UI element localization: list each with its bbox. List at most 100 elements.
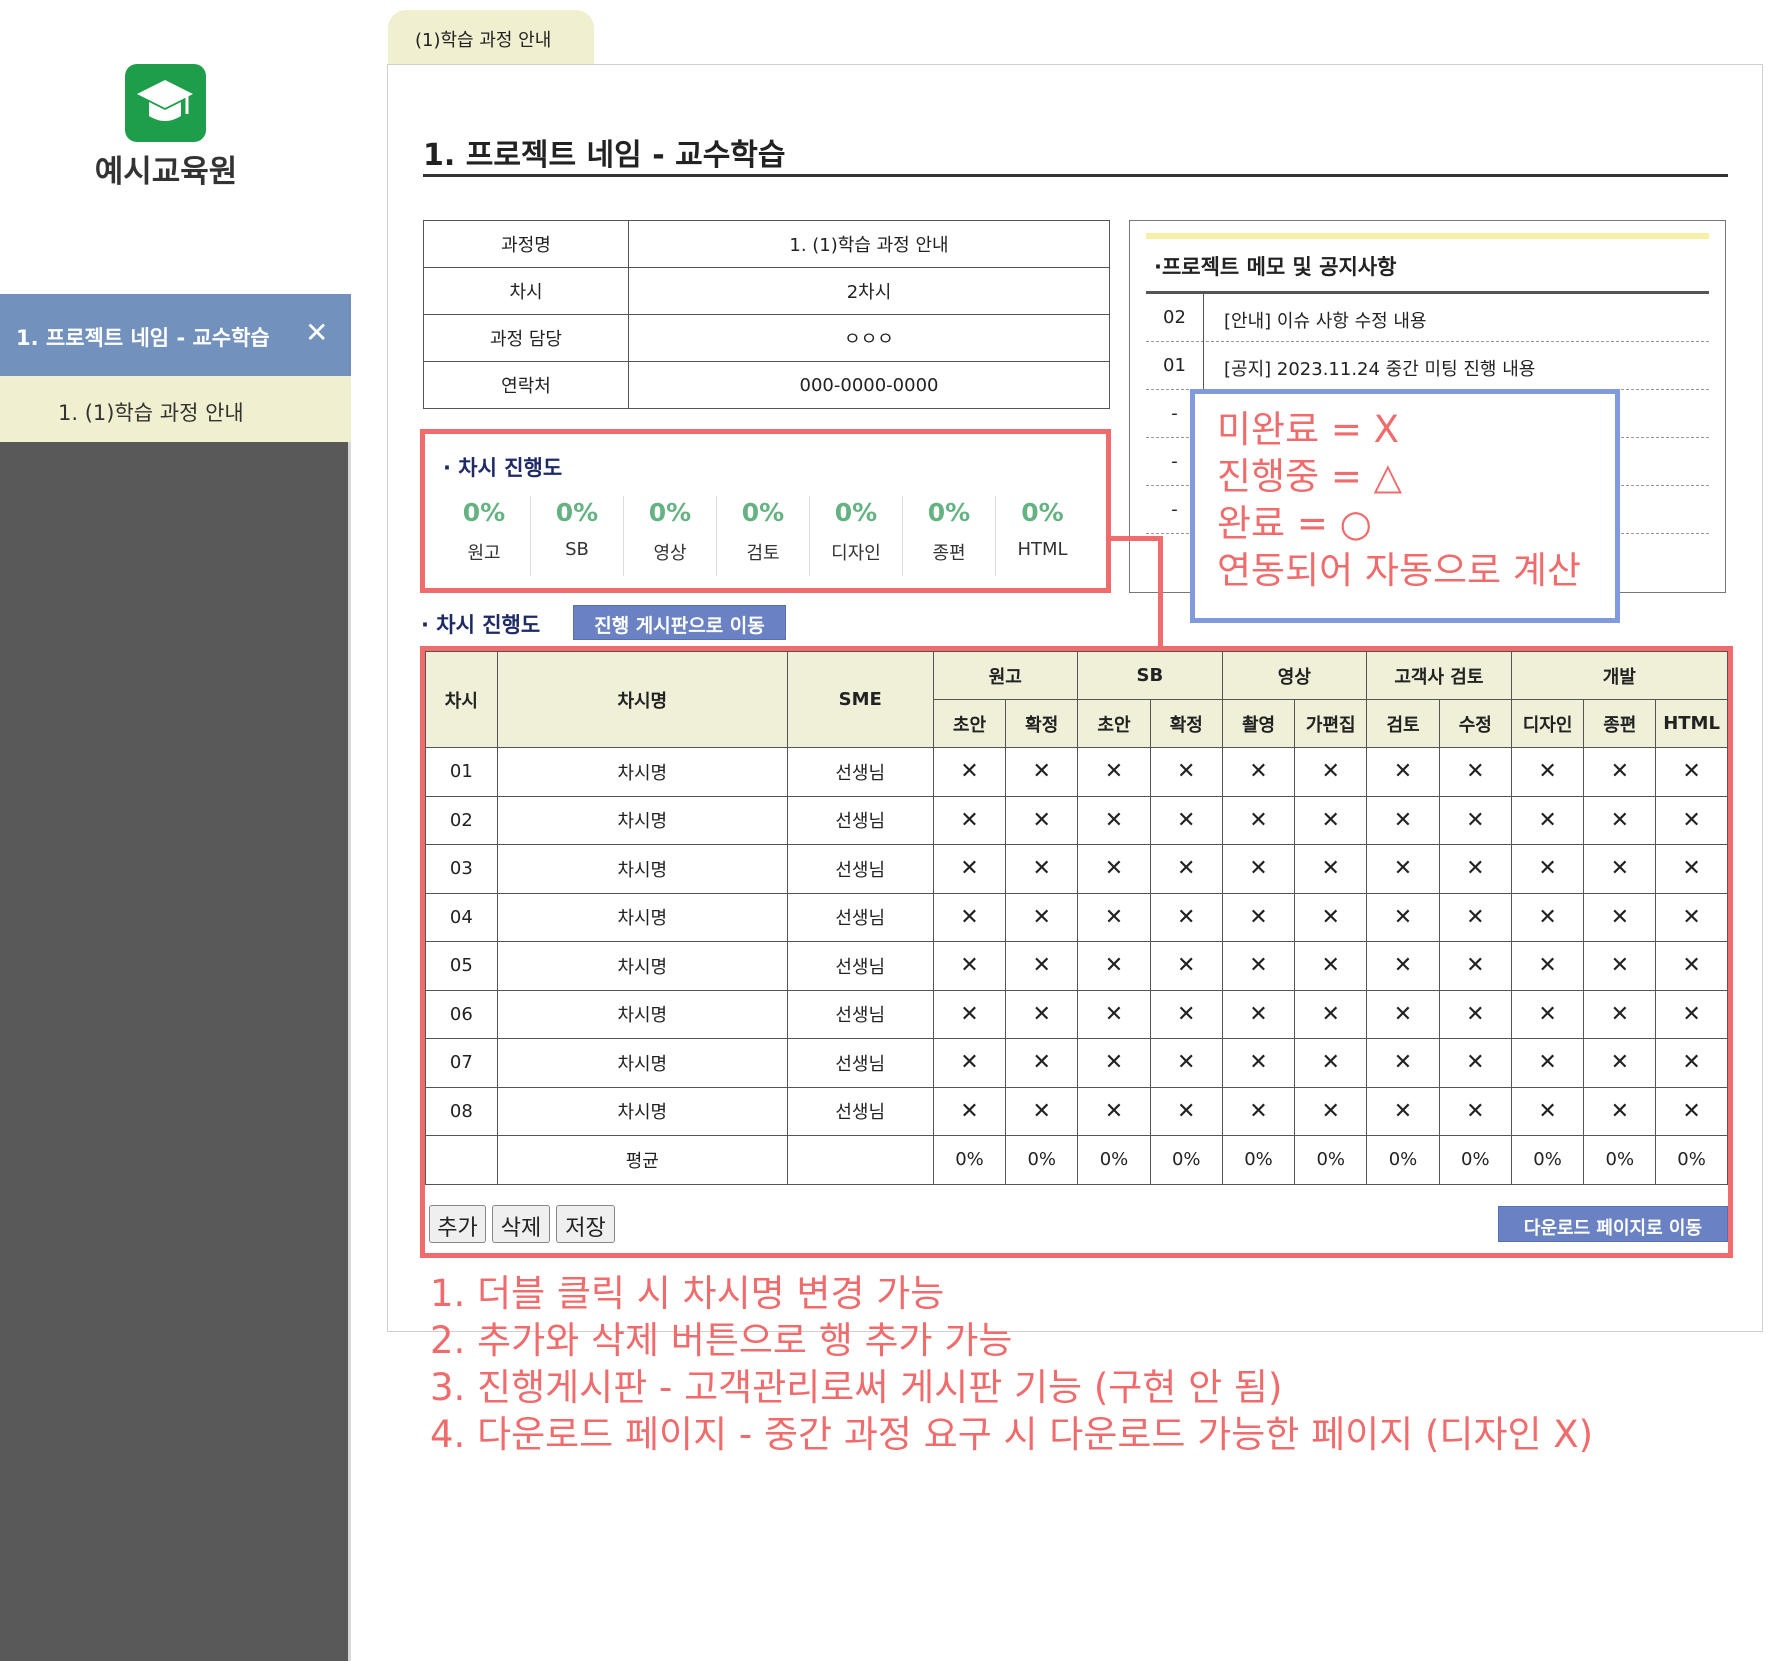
status-cell[interactable]: ✕: [1366, 844, 1440, 894]
status-cell[interactable]: ✕: [1438, 892, 1512, 942]
add-button[interactable]: 추가: [429, 1205, 486, 1243]
status-cell[interactable]: ✕: [1005, 941, 1079, 991]
status-cell[interactable]: ✕: [1149, 1086, 1223, 1136]
status-cell[interactable]: ✕: [1221, 795, 1296, 845]
notice-text[interactable]: [공지] 2023.11.24 중간 미팅 진행 내용: [1224, 355, 1535, 381]
status-cell[interactable]: ✕: [1366, 941, 1440, 991]
status-cell[interactable]: ✕: [932, 844, 1007, 894]
status-cell[interactable]: ✕: [1583, 941, 1657, 991]
status-cell[interactable]: ✕: [1294, 795, 1368, 845]
status-cell[interactable]: ✕: [1005, 1086, 1079, 1136]
status-cell[interactable]: ✕: [932, 892, 1007, 942]
status-cell[interactable]: ✕: [1438, 795, 1512, 845]
status-cell[interactable]: ✕: [1510, 747, 1585, 797]
status-cell[interactable]: ✕: [1149, 941, 1223, 991]
status-cell[interactable]: ✕: [932, 795, 1007, 845]
status-cell[interactable]: ✕: [1294, 1038, 1368, 1088]
status-cell[interactable]: ✕: [1366, 1086, 1440, 1136]
status-cell[interactable]: ✕: [1655, 989, 1728, 1039]
status-cell[interactable]: ✕: [1438, 1038, 1512, 1088]
sidebar-item-project[interactable]: 1. 프로젝트 네임 - 교수학습 ✕: [0, 294, 351, 376]
status-cell[interactable]: ✕: [1077, 747, 1151, 797]
delete-button[interactable]: 삭제: [492, 1205, 550, 1243]
row-name[interactable]: 차시명: [496, 747, 788, 797]
status-cell[interactable]: ✕: [1438, 1086, 1512, 1136]
status-cell[interactable]: ✕: [1149, 844, 1223, 894]
status-cell[interactable]: ✕: [1149, 747, 1223, 797]
row-name[interactable]: 차시명: [496, 989, 788, 1039]
status-cell[interactable]: ✕: [1583, 1038, 1657, 1088]
download-page-button[interactable]: 다운로드 페이지로 이동: [1498, 1206, 1728, 1242]
status-cell[interactable]: ✕: [1149, 892, 1223, 942]
sidebar-subitem-course-guide[interactable]: 1. (1)학습 과정 안내: [0, 376, 351, 442]
status-cell[interactable]: ✕: [1077, 844, 1151, 894]
row-name[interactable]: 차시명: [496, 795, 788, 845]
status-cell[interactable]: ✕: [1005, 989, 1079, 1039]
status-cell[interactable]: ✕: [932, 1038, 1007, 1088]
status-cell[interactable]: ✕: [1366, 795, 1440, 845]
status-cell[interactable]: ✕: [1005, 892, 1079, 942]
status-cell[interactable]: ✕: [1438, 747, 1512, 797]
status-cell[interactable]: ✕: [1655, 892, 1728, 942]
progress-board-button[interactable]: 진행 게시판으로 이동: [573, 605, 786, 640]
status-cell[interactable]: ✕: [1294, 747, 1368, 797]
status-cell[interactable]: ✕: [1366, 892, 1440, 942]
status-cell[interactable]: ✕: [1510, 941, 1585, 991]
status-cell[interactable]: ✕: [1077, 1086, 1151, 1136]
status-cell[interactable]: ✕: [1294, 1086, 1368, 1136]
close-icon[interactable]: ✕: [305, 316, 328, 349]
status-cell[interactable]: ✕: [1077, 941, 1151, 991]
status-cell[interactable]: ✕: [1510, 1086, 1585, 1136]
row-name[interactable]: 차시명: [496, 892, 788, 942]
status-cell[interactable]: ✕: [932, 1086, 1007, 1136]
status-cell[interactable]: ✕: [1438, 941, 1512, 991]
status-cell[interactable]: ✕: [1005, 1038, 1079, 1088]
notice-text[interactable]: [안내] 이슈 사항 수정 내용: [1224, 307, 1427, 333]
row-name[interactable]: 차시명: [496, 844, 788, 894]
status-cell[interactable]: ✕: [1366, 1038, 1440, 1088]
status-cell[interactable]: ✕: [1294, 989, 1368, 1039]
status-cell[interactable]: ✕: [1005, 844, 1079, 894]
status-cell[interactable]: ✕: [1510, 1038, 1585, 1088]
status-cell[interactable]: ✕: [1655, 1038, 1728, 1088]
status-cell[interactable]: ✕: [1221, 1038, 1296, 1088]
status-cell[interactable]: ✕: [1655, 795, 1728, 845]
status-cell[interactable]: ✕: [1583, 844, 1657, 894]
notice-row[interactable]: 01 [공지] 2023.11.24 중간 미팅 진행 내용: [1146, 342, 1709, 390]
tab-course-guide[interactable]: (1)학습 과정 안내: [388, 10, 594, 66]
status-cell[interactable]: ✕: [1221, 844, 1296, 894]
status-cell[interactable]: ✕: [1366, 989, 1440, 1039]
status-cell[interactable]: ✕: [1655, 747, 1728, 797]
status-cell[interactable]: ✕: [1149, 795, 1223, 845]
status-cell[interactable]: ✕: [1221, 747, 1296, 797]
status-cell[interactable]: ✕: [1005, 795, 1079, 845]
status-cell[interactable]: ✕: [1221, 892, 1296, 942]
notice-row[interactable]: 02 [안내] 이슈 사항 수정 내용: [1146, 294, 1709, 342]
status-cell[interactable]: ✕: [1655, 1086, 1728, 1136]
status-cell[interactable]: ✕: [1294, 892, 1368, 942]
status-cell[interactable]: ✕: [1583, 795, 1657, 845]
row-name[interactable]: 차시명: [496, 1038, 788, 1088]
status-cell[interactable]: ✕: [932, 989, 1007, 1039]
status-cell[interactable]: ✕: [932, 747, 1007, 797]
status-cell[interactable]: ✕: [1077, 795, 1151, 845]
status-cell[interactable]: ✕: [1077, 892, 1151, 942]
status-cell[interactable]: ✕: [1438, 844, 1512, 894]
status-cell[interactable]: ✕: [1149, 1038, 1223, 1088]
row-name[interactable]: 차시명: [496, 1086, 788, 1136]
status-cell[interactable]: ✕: [1077, 989, 1151, 1039]
status-cell[interactable]: ✕: [1221, 941, 1296, 991]
status-cell[interactable]: ✕: [1510, 795, 1585, 845]
status-cell[interactable]: ✕: [1655, 941, 1728, 991]
status-cell[interactable]: ✕: [1510, 989, 1585, 1039]
row-name[interactable]: 차시명: [496, 941, 788, 991]
status-cell[interactable]: ✕: [1583, 1086, 1657, 1136]
status-cell[interactable]: ✕: [1366, 747, 1440, 797]
status-cell[interactable]: ✕: [1438, 989, 1512, 1039]
status-cell[interactable]: ✕: [1294, 941, 1368, 991]
status-cell[interactable]: ✕: [1510, 844, 1585, 894]
status-cell[interactable]: ✕: [1655, 844, 1728, 894]
status-cell[interactable]: ✕: [1583, 747, 1657, 797]
status-cell[interactable]: ✕: [1005, 747, 1079, 797]
status-cell[interactable]: ✕: [1583, 989, 1657, 1039]
